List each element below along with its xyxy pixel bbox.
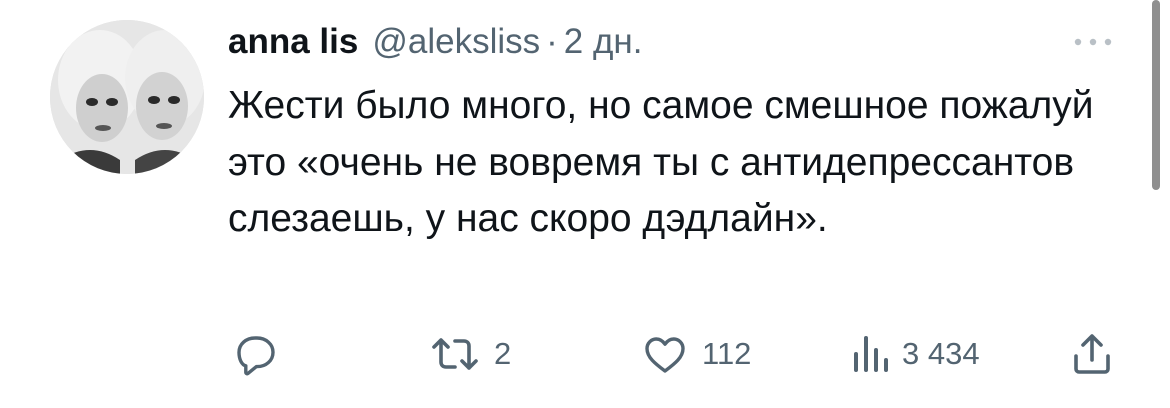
retweet-count: 2 (494, 336, 512, 371)
retweet-icon (432, 338, 478, 370)
reply-button[interactable] (232, 326, 280, 382)
tweet-text: Жести было много, но самое смешное пожал… (228, 84, 1094, 240)
views-button[interactable]: 3 434 (850, 326, 980, 382)
more-icon (1074, 38, 1112, 46)
like-count: 112 (702, 336, 752, 371)
separator-dot: · (546, 22, 558, 61)
like-button[interactable]: 112 (640, 326, 751, 382)
share-button[interactable] (1070, 326, 1114, 382)
views-icon (854, 336, 888, 372)
heart-icon (645, 337, 685, 373)
user-handle[interactable]: @aleksliss (372, 22, 540, 62)
reply-icon (237, 336, 275, 376)
avatar[interactable] (50, 20, 204, 174)
views-count: 3 434 (902, 336, 980, 371)
avatar-photo (50, 20, 204, 174)
share-icon (1074, 334, 1110, 374)
action-bar: 2 112 3 434 (0, 326, 1170, 386)
tweet-header: anna lis @aleksliss · 2 дн. (228, 20, 642, 64)
timestamp[interactable]: 2 дн. (564, 22, 643, 62)
scrollbar[interactable] (1152, 0, 1160, 190)
retweet-button[interactable]: 2 (428, 326, 511, 382)
more-button[interactable] (1068, 30, 1118, 54)
display-name[interactable]: anna lis (228, 22, 358, 62)
